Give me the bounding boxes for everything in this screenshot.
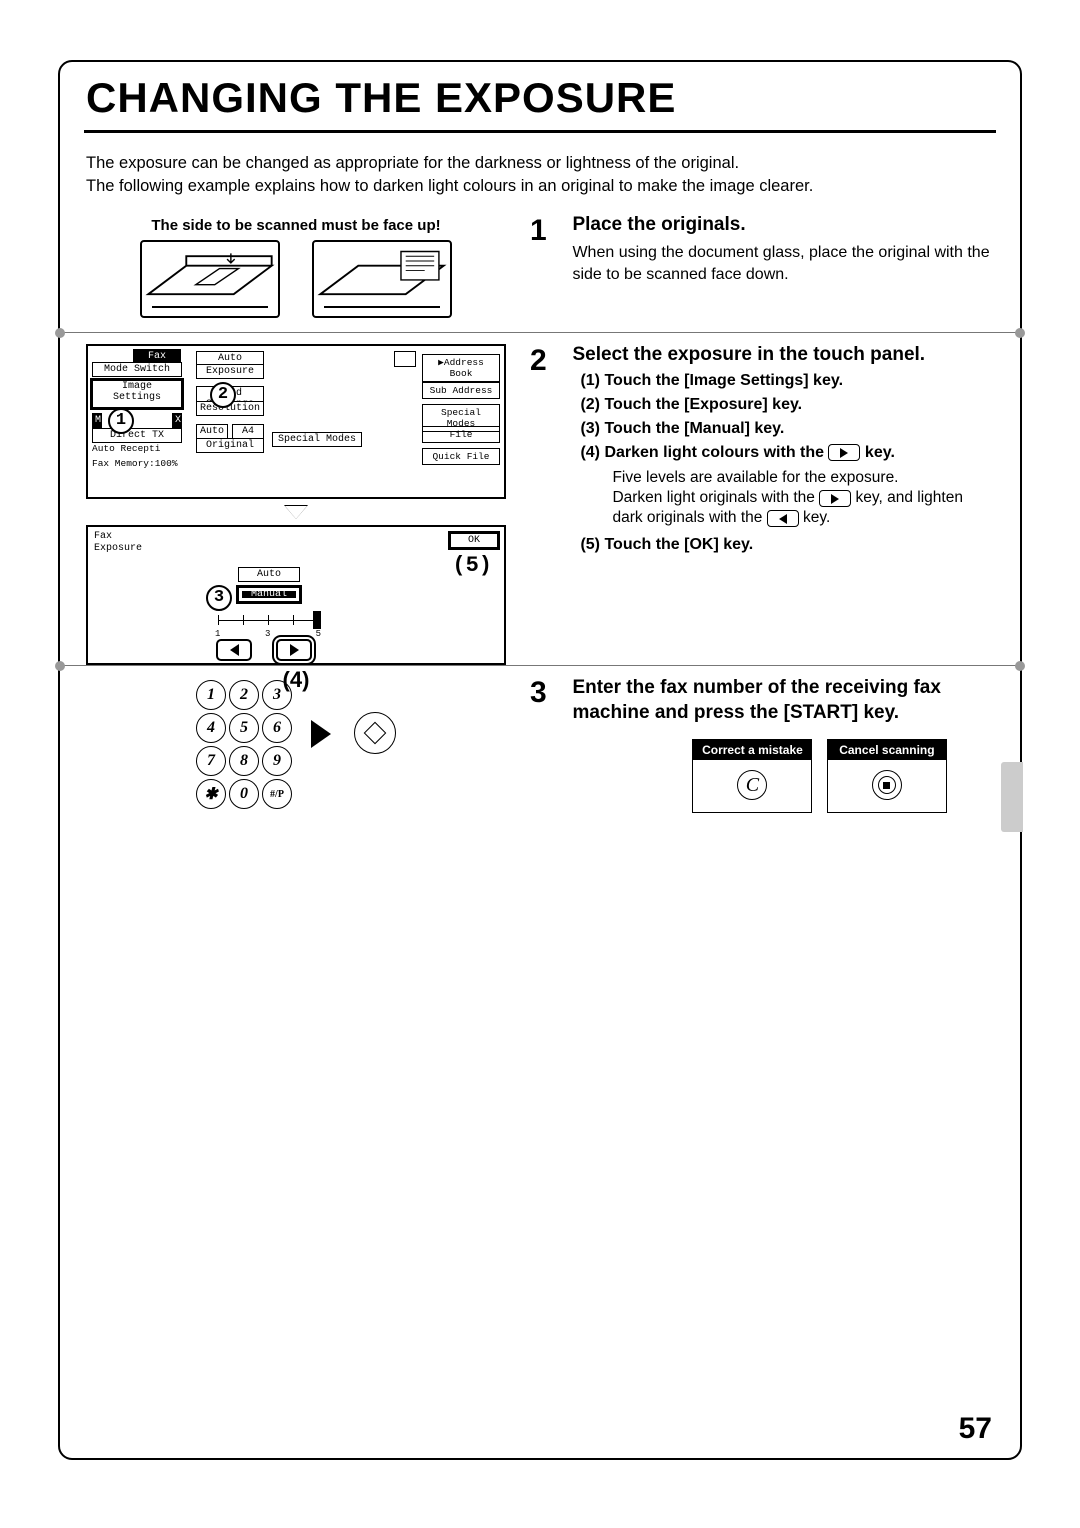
p2-fax: Fax [94,531,112,542]
page-frame: CHANGING THE EXPOSURE The exposure can b… [58,60,1022,1460]
key-hash[interactable]: #/P [262,779,292,809]
scanner-glass [312,240,452,318]
darken-key-icon [828,444,860,461]
start-button[interactable] [354,712,396,754]
key-1[interactable]: 1 [196,680,226,710]
key-7[interactable]: 7 [196,746,226,776]
p-auto2: Auto [196,424,228,439]
step2-s5: (5) Touch the [OK] key. [580,536,992,554]
step2: 2 Select the exposure in the touch panel… [530,344,994,560]
p-quick[interactable]: Quick File [422,448,500,465]
keypad-diagram: 1 2 3 4 5 6 7 8 9 ✱ 0 #/P [86,680,506,820]
step1: 1 Place the originals. When using the do… [530,214,994,285]
separator-2 [60,665,1020,666]
p-original: Original [196,438,264,453]
scanner-diagram: The side to be scanned must be face up! [86,217,506,318]
panel-exposure: Fax Exposure OK Auto Manual 1 3 5 3 (5) [86,525,506,665]
down-arrow-icon [284,505,308,519]
p-addr[interactable]: ▶Address Book [422,354,500,382]
cancel-box: Cancel scanning [827,739,947,813]
callout-5: (5) [452,553,492,578]
callout-1: 1 [108,406,134,434]
key-9[interactable]: 9 [262,746,292,776]
p-subaddr[interactable]: Sub Address [422,382,500,399]
lighten-button[interactable] [216,639,252,661]
step3-title: Enter the fax number of the receiving fa… [572,676,992,725]
key-3[interactable]: 3 [262,680,292,710]
step2-num: 2 [530,344,568,378]
key-star[interactable]: ✱ [196,779,226,809]
correct-box: Correct a mistake C [692,739,812,813]
p2-manual[interactable]: Manual [238,587,300,602]
key-5[interactable]: 5 [229,713,259,743]
touch-panels: Fax Mode Switch Auto Exposure ImageSetti… [86,344,506,693]
p-exposure: Exposure [196,364,264,379]
step1-text: When using the document glass, place the… [572,242,992,285]
lighten-key-icon [767,510,799,527]
p-imagesettings[interactable]: ImageSettings [92,380,182,408]
darken-key-icon2 [819,490,851,507]
p-mem: Fax Memory:100% [92,458,178,469]
exposure-slider: 1 3 5 [218,613,318,627]
step2-s4-detail: Five levels are available for the exposu… [612,468,992,528]
scanner-wrap [86,240,506,318]
p2-ok[interactable]: OK [450,533,498,548]
p-specialmodes: Special Modes [272,432,362,447]
key-4[interactable]: 4 [196,713,226,743]
p2-exposure: Exposure [94,543,142,554]
p-mode: Mode Switch [92,362,182,377]
p-m: M [92,413,102,428]
scanner-adf [140,240,280,318]
p-direct: Direct TX [92,428,182,443]
step2-s4: (4) Darken light colours with the key. [580,444,992,462]
correct-label: Correct a mistake [693,740,811,760]
separator-1 [60,332,1020,333]
p-file[interactable]: File [422,426,500,443]
clear-button[interactable]: C [737,770,767,800]
then-arrow-icon [311,720,331,748]
step2-s2: (2) Touch the [Exposure] key. [580,396,992,414]
darken-button[interactable] [276,639,312,661]
intro-line1: The exposure can be changed as appropria… [86,152,994,175]
numeric-keypad: 1 2 3 4 5 6 7 8 9 ✱ 0 #/P [196,680,292,809]
intro-block: The exposure can be changed as appropria… [86,152,994,198]
faceup-note: The side to be scanned must be face up! [86,217,506,234]
page-title: CHANGING THE EXPOSURE [86,74,676,122]
intro-line2: The following example explains how to da… [86,175,994,198]
step2-s1: (1) Touch the [Image Settings] key. [580,372,992,390]
panel-main: Fax Mode Switch Auto Exposure ImageSetti… [86,344,506,499]
step1-title: Place the originals. [572,214,992,236]
preview-icon [394,351,416,367]
p2-auto[interactable]: Auto [238,567,300,582]
key-0[interactable]: 0 [229,779,259,809]
callout-2: 2 [210,380,236,408]
step1-num: 1 [530,214,568,248]
step2-s3: (3) Touch the [Manual] key. [580,420,992,438]
section-tab [1001,762,1023,832]
page-number: 57 [959,1412,992,1446]
step3: 3 Enter the fax number of the receiving … [530,676,994,813]
cancel-label: Cancel scanning [828,740,946,760]
title-rule [84,130,996,133]
key-6[interactable]: 6 [262,713,292,743]
callout-3: 3 [206,583,232,611]
stop-button[interactable] [872,770,902,800]
p-autorecept: Auto Recepti [92,443,160,454]
p-a4: A4 [232,424,264,439]
key-8[interactable]: 8 [229,746,259,776]
p-x: X [172,413,182,428]
step2-title: Select the exposure in the touch panel. [572,344,992,366]
key-2[interactable]: 2 [229,680,259,710]
step3-num: 3 [530,676,568,710]
